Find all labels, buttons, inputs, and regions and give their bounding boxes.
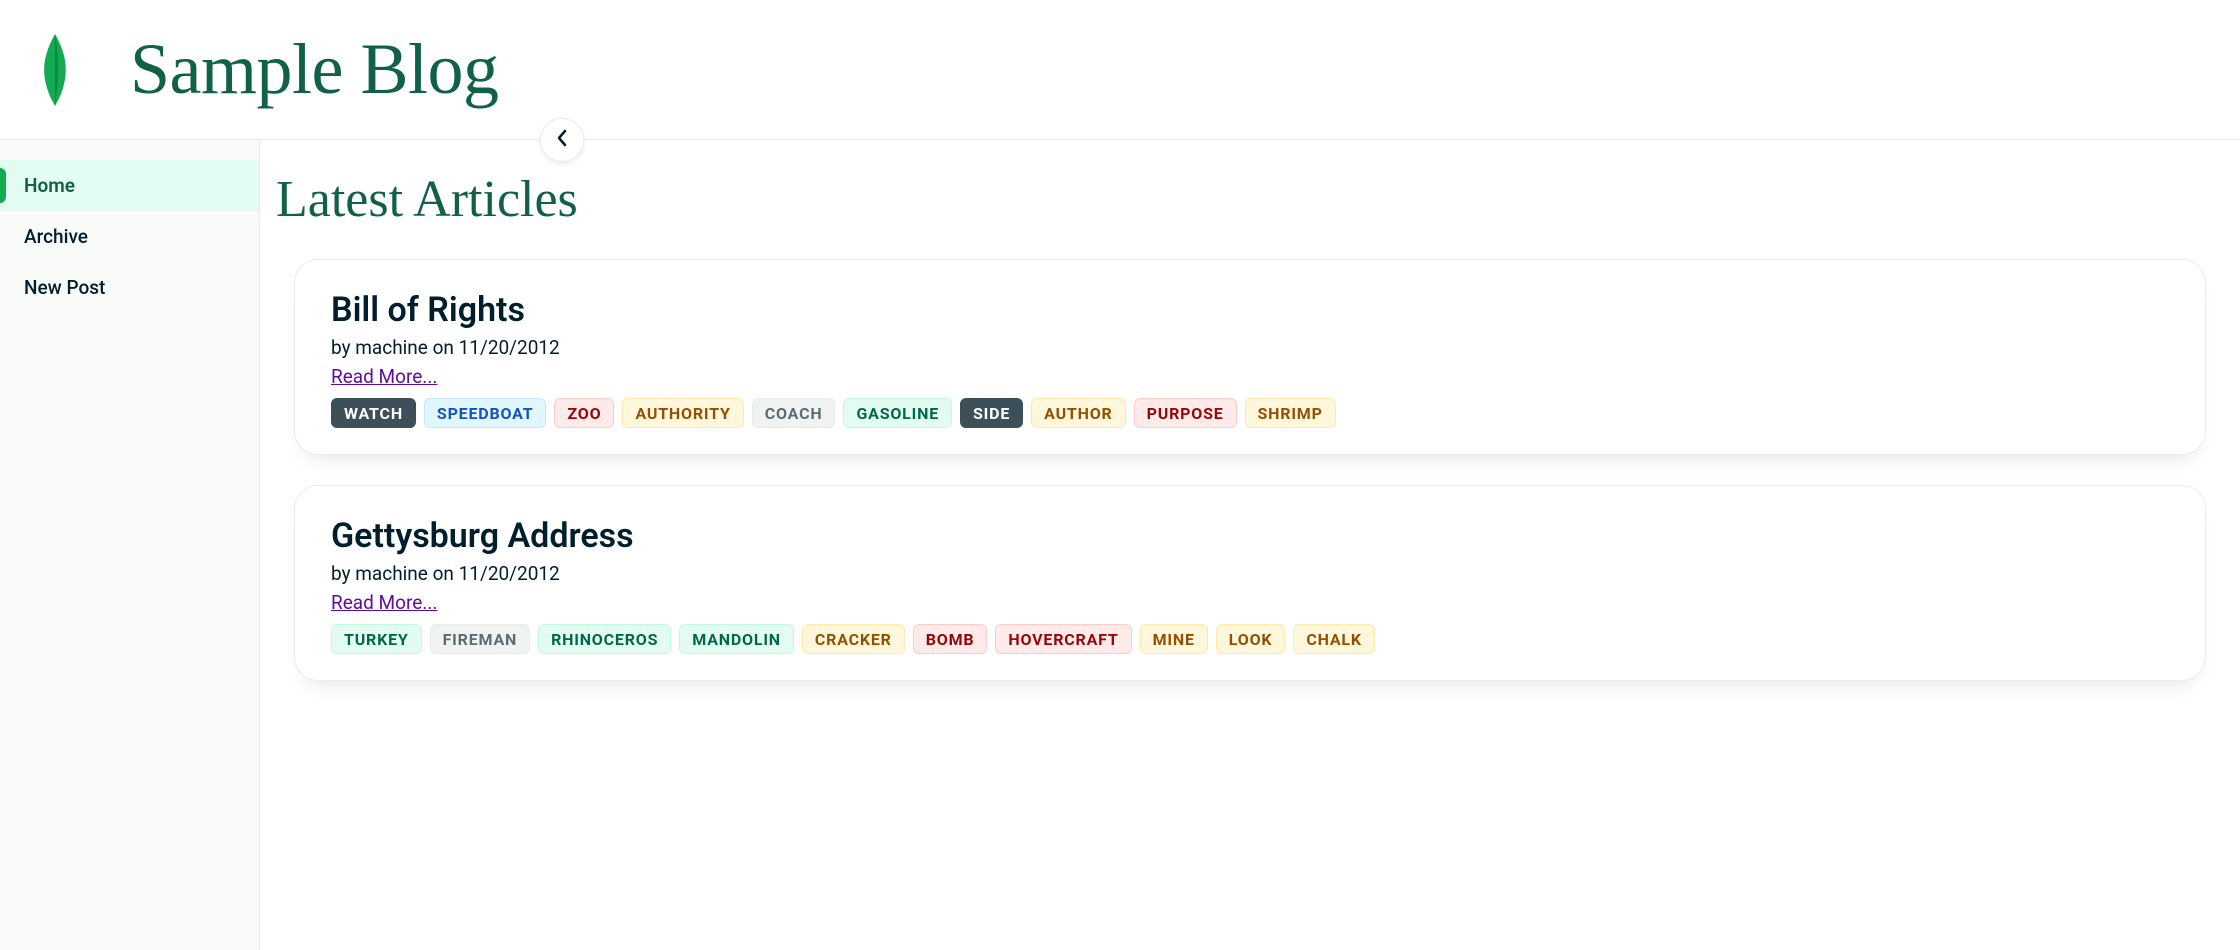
main-content: Latest Articles Bill of Rights by machine…	[260, 140, 2240, 950]
tag-badge[interactable]: SHRIMP	[1245, 398, 1336, 428]
tag-badge[interactable]: CHALK	[1293, 624, 1374, 654]
tag-badge[interactable]: SIDE	[960, 398, 1023, 428]
article-byline: by machine on 11/20/2012	[331, 562, 2169, 585]
chevron-left-icon	[555, 129, 569, 152]
tag-badge[interactable]: CRACKER	[802, 624, 905, 654]
article-title: Gettysburg Address	[331, 516, 2169, 556]
tag-badge[interactable]: RHINOCEROS	[538, 624, 671, 654]
article-byline: by machine on 11/20/2012	[331, 336, 2169, 359]
read-more-link[interactable]: Read More...	[331, 591, 437, 614]
tag-badge[interactable]: MANDOLIN	[679, 624, 794, 654]
tag-badge[interactable]: BOMB	[913, 624, 988, 654]
tag-list: WATCH SPEEDBOATZOO AUTHORITY COACHGASOLINE S…	[331, 398, 2169, 428]
tag-badge[interactable]: AUTHOR	[1031, 398, 1125, 428]
tag-badge[interactable]: PURPOSE	[1134, 398, 1237, 428]
tag-badge[interactable]: LOOK	[1216, 624, 1286, 654]
sidebar-item-new-post[interactable]: New Post	[0, 262, 259, 313]
article-card: Bill of Rights by machine on 11/20/2012 Re…	[294, 259, 2206, 455]
sidebar-nav: HomeArchiveNew Post	[0, 140, 260, 950]
tag-badge[interactable]: TURKEY	[331, 624, 422, 654]
tag-badge[interactable]: WATCH	[331, 398, 416, 428]
tag-badge[interactable]: ZOO	[554, 398, 614, 428]
sidebar-item-home[interactable]: Home	[0, 160, 259, 211]
leaf-logo-icon	[30, 20, 80, 120]
tag-badge[interactable]: SPEEDBOAT	[424, 398, 547, 428]
tag-badge[interactable]: FIREMAN	[430, 624, 531, 654]
top-bar: Sample Blog	[0, 0, 2240, 140]
article-title: Bill of Rights	[331, 290, 2169, 330]
tag-badge[interactable]: COACH	[752, 398, 836, 428]
read-more-link[interactable]: Read More...	[331, 365, 437, 388]
article-card: Gettysburg Address by machine on 11/20/20…	[294, 485, 2206, 681]
tag-badge[interactable]: GASOLINE	[843, 398, 952, 428]
article-list: Bill of Rights by machine on 11/20/2012 Re…	[276, 259, 2224, 681]
collapse-sidebar-button[interactable]	[540, 118, 584, 162]
tag-badge[interactable]: MINE	[1140, 624, 1208, 654]
site-title: Sample Blog	[130, 28, 499, 111]
sidebar-item-archive[interactable]: Archive	[0, 211, 259, 262]
tag-badge[interactable]: AUTHORITY	[622, 398, 743, 428]
tag-list: TURKEY FIREMANRHINOCEROS MANDOLIN CRACKER BO…	[331, 624, 2169, 654]
tag-badge[interactable]: HOVERCRAFT	[995, 624, 1131, 654]
page-title: Latest Articles	[276, 170, 2224, 229]
